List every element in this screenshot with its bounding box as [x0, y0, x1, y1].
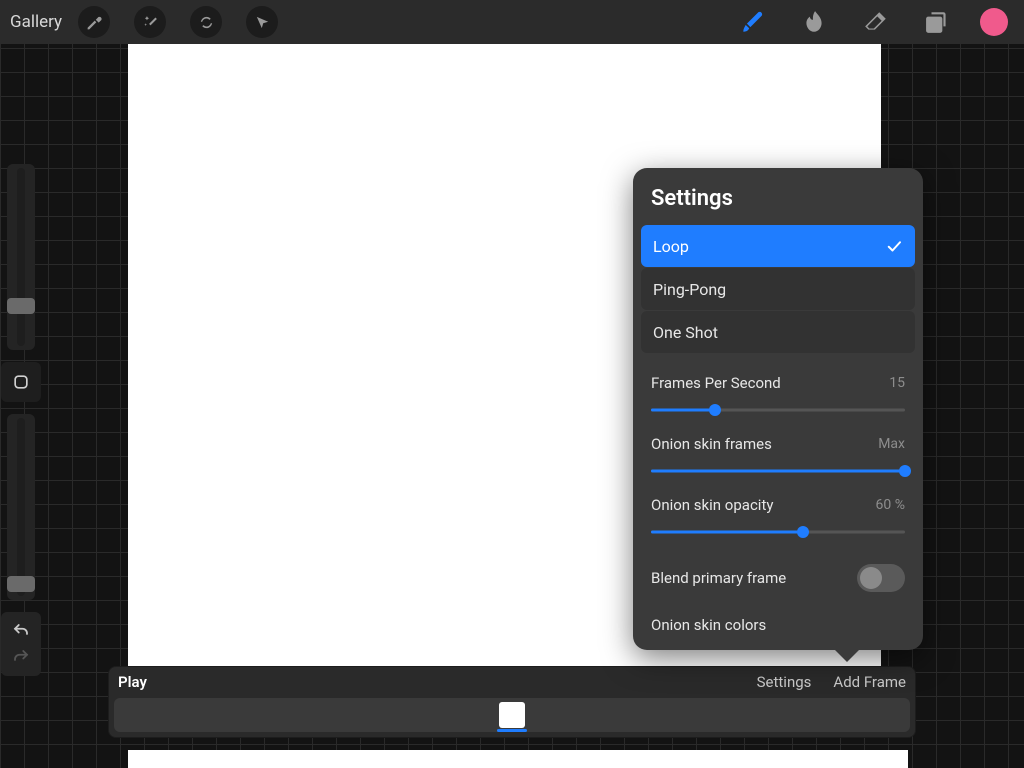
- redo-icon[interactable]: [1, 644, 41, 670]
- wrench-icon[interactable]: [78, 6, 110, 38]
- fps-label: Frames Per Second: [651, 374, 781, 392]
- onion-frames-label: Onion skin frames: [651, 435, 772, 453]
- mode-oneshot-label: One Shot: [653, 323, 718, 342]
- mode-loop-label: Loop: [653, 237, 689, 256]
- toggle-switch[interactable]: [857, 564, 905, 592]
- frame-thumbnail[interactable]: [499, 702, 525, 728]
- onion-opacity-value: 60 %: [876, 497, 905, 513]
- canvas-bottom-strip: [128, 750, 908, 768]
- onion-skin-colors-row[interactable]: Onion skin colors: [633, 604, 923, 650]
- layers-icon[interactable]: [916, 0, 960, 44]
- eraser-icon[interactable]: [854, 0, 898, 44]
- brush-icon[interactable]: [730, 0, 774, 44]
- blend-primary-toggle[interactable]: Blend primary frame: [633, 552, 923, 604]
- smudge-icon[interactable]: [792, 0, 836, 44]
- mode-loop[interactable]: Loop: [641, 225, 915, 267]
- mode-pingpong[interactable]: Ping-Pong: [641, 268, 915, 310]
- fps-value: 15: [889, 375, 905, 391]
- onion-frames-value: Max: [878, 436, 905, 452]
- animation-settings-button[interactable]: Settings: [757, 673, 812, 691]
- magic-wand-icon[interactable]: [134, 6, 166, 38]
- modifier-button[interactable]: [1, 362, 41, 402]
- mode-pingpong-label: Ping-Pong: [653, 280, 726, 299]
- brush-size-slider[interactable]: [7, 164, 35, 350]
- cursor-icon[interactable]: [246, 6, 278, 38]
- current-frame-indicator: [497, 729, 527, 732]
- add-frame-button[interactable]: Add Frame: [833, 673, 906, 691]
- play-button[interactable]: Play: [118, 673, 147, 691]
- undo-redo-group: [1, 612, 41, 676]
- left-tool-rail: [0, 164, 42, 676]
- undo-icon[interactable]: [1, 618, 41, 644]
- color-swatch[interactable]: [980, 8, 1008, 36]
- onion-frames-slider[interactable]: Onion skin frames Max: [633, 422, 923, 483]
- mode-oneshot[interactable]: One Shot: [641, 311, 915, 353]
- opacity-slider[interactable]: [7, 414, 35, 600]
- animation-settings-popover: Settings Loop Ping-Pong One Shot Frames …: [633, 168, 923, 650]
- fps-slider[interactable]: Frames Per Second 15: [633, 362, 923, 422]
- playback-mode-group: Loop Ping-Pong One Shot: [633, 225, 923, 353]
- onion-opacity-slider[interactable]: Onion skin opacity 60 %: [633, 483, 923, 544]
- popover-title: Settings: [633, 168, 923, 225]
- onion-opacity-label: Onion skin opacity: [651, 496, 773, 514]
- animation-bar: Play Settings Add Frame: [108, 666, 916, 738]
- blend-primary-label: Blend primary frame: [651, 569, 786, 587]
- checkmark-icon: [885, 237, 903, 255]
- gallery-link[interactable]: Gallery: [10, 12, 62, 32]
- onion-skin-colors-label: Onion skin colors: [651, 616, 766, 634]
- timeline[interactable]: [114, 698, 910, 732]
- top-toolbar: Gallery: [0, 0, 1024, 44]
- selection-icon[interactable]: [190, 6, 222, 38]
